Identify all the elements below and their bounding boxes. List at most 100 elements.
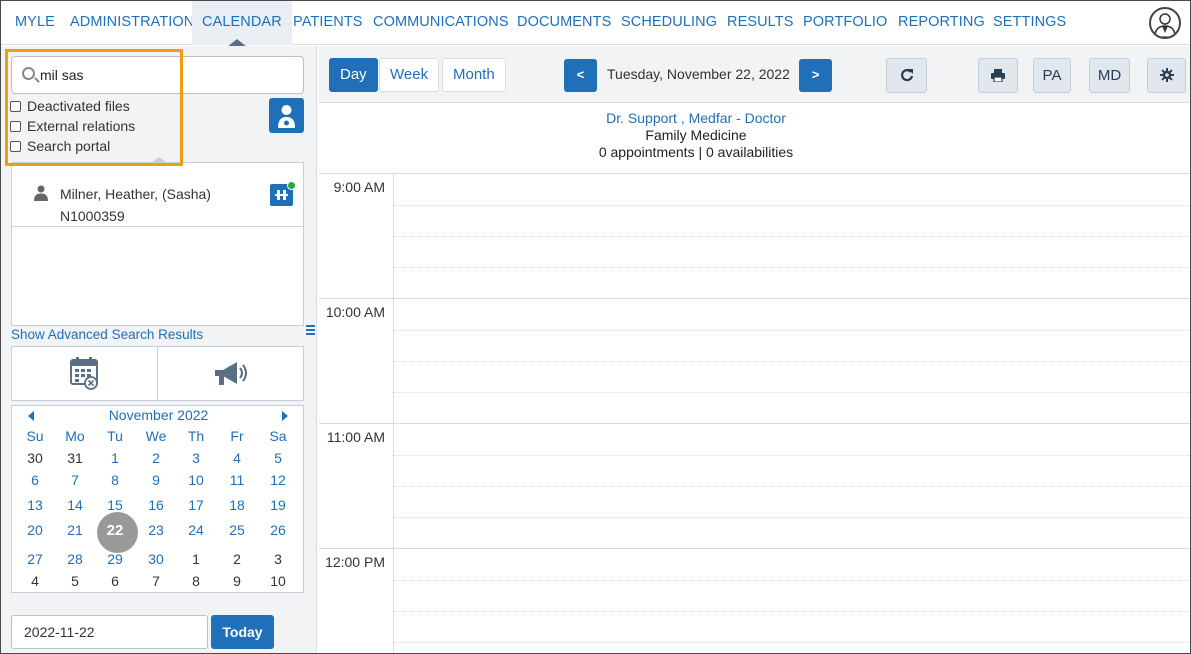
calendar-day[interactable]: 8: [176, 573, 216, 589]
weekday-label: Sa: [269, 428, 287, 444]
open-file-button[interactable]: [270, 181, 296, 206]
hour-row[interactable]: 9:00 AM: [319, 174, 1190, 299]
calendar-day[interactable]: 19: [258, 497, 298, 513]
next-month-icon[interactable]: [282, 411, 288, 421]
menu-handle-icon[interactable]: [306, 325, 315, 338]
calendar-day[interactable]: 6: [95, 573, 135, 589]
pa-button[interactable]: PA: [1033, 58, 1071, 93]
settings-button[interactable]: [1147, 58, 1186, 93]
calendar-day[interactable]: 28: [55, 551, 95, 567]
calendar-day[interactable]: 16: [136, 497, 176, 513]
calendar-day[interactable]: 21: [55, 522, 95, 538]
calendar-day[interactable]: 1: [176, 551, 216, 567]
calendar-day[interactable]: 12: [258, 472, 298, 488]
calendar-day[interactable]: 14: [55, 497, 95, 513]
nav-item-communications[interactable]: COMMUNICATIONS: [363, 1, 519, 45]
calendar-day[interactable]: 10: [258, 573, 298, 589]
result-patient-id: N1000359: [60, 208, 125, 224]
nav-item-reporting[interactable]: REPORTING: [888, 1, 995, 45]
patient-search-input[interactable]: [40, 65, 290, 85]
result-item[interactable]: Milner, Heather, (Sasha) N1000359: [12, 163, 303, 227]
hour-row[interactable]: 12:00 PM: [319, 549, 1190, 653]
calendar-day[interactable]: 13: [15, 497, 55, 513]
calendar-day[interactable]: 1: [95, 450, 135, 466]
calendar-day[interactable]: 9: [217, 573, 257, 589]
calendar-day[interactable]: 24: [176, 522, 216, 538]
newborn-button[interactable]: [269, 98, 304, 133]
previous-day-button[interactable]: <: [564, 59, 597, 92]
hour-label: 9:00 AM: [333, 179, 385, 195]
calendar-day[interactable]: 18: [217, 497, 257, 513]
calendar-day[interactable]: 4: [15, 573, 55, 589]
nav-item-myle[interactable]: MYLE: [5, 1, 65, 45]
calendar-day[interactable]: 15: [95, 497, 135, 513]
calendar-day[interactable]: 7: [55, 472, 95, 488]
calendar-day[interactable]: 5: [55, 573, 95, 589]
gear-icon: [1159, 68, 1174, 82]
refresh-icon: [900, 69, 913, 82]
calendar-day[interactable]: 8: [95, 472, 135, 488]
next-day-button[interactable]: >: [799, 59, 832, 92]
calendar-day[interactable]: 30: [136, 551, 176, 567]
view-week-button[interactable]: Week: [379, 58, 440, 92]
provider-name-link[interactable]: Dr. Support , Medfar - Doctor: [319, 110, 1073, 126]
calendar-day[interactable]: 9: [136, 472, 176, 488]
user-avatar[interactable]: [1149, 7, 1181, 39]
nav-item-scheduling[interactable]: SCHEDULING: [611, 1, 727, 45]
option-label: Search portal: [27, 138, 111, 154]
weekday-label: Th: [187, 428, 205, 444]
option-search-portal[interactable]: Search portal: [10, 138, 110, 156]
nav-item-documents[interactable]: DOCUMENTS: [507, 1, 621, 45]
weekday-label: Fr: [230, 428, 244, 444]
calendar-day[interactable]: 17: [176, 497, 216, 513]
nav-item-patients[interactable]: PATIENTS: [283, 1, 373, 45]
view-month-button[interactable]: Month: [442, 58, 506, 92]
nav-item-portfolio[interactable]: PORTFOLIO: [793, 1, 897, 45]
calendar-day[interactable]: 31: [55, 450, 95, 466]
option-external-relations[interactable]: External relations: [10, 118, 135, 136]
calendar-day[interactable]: 3: [258, 551, 298, 567]
nav-item-settings[interactable]: SETTINGS: [983, 1, 1076, 45]
option-deactivated-files[interactable]: Deactivated files: [10, 98, 130, 116]
calendar-day[interactable]: 30: [15, 450, 55, 466]
hour-row[interactable]: 11:00 AM: [319, 424, 1190, 549]
calendar-day[interactable]: 23: [136, 522, 176, 538]
provider-counts: 0 appointments | 0 availabilities: [598, 144, 794, 160]
calendar-day[interactable]: 27: [15, 551, 55, 567]
calendar-day[interactable]: 26: [258, 522, 298, 538]
calendar-day[interactable]: 29: [95, 551, 135, 567]
calendar-day[interactable]: 25: [217, 522, 257, 538]
print-button[interactable]: [978, 58, 1018, 93]
calendar-day[interactable]: 2: [136, 450, 176, 466]
print-icon: [991, 69, 1005, 83]
nav-item-results[interactable]: RESULTS: [717, 1, 804, 45]
announcements-button[interactable]: [158, 347, 303, 400]
cancel-appointments-button[interactable]: [12, 347, 157, 400]
calendar-day[interactable]: 11: [217, 472, 257, 488]
refresh-button[interactable]: [886, 58, 927, 93]
today-button[interactable]: Today: [211, 615, 274, 649]
calendar-day[interactable]: 4: [217, 450, 257, 466]
result-patient-name: Milner, Heather, (Sasha): [60, 186, 211, 202]
checkbox[interactable]: [10, 101, 21, 112]
date-field[interactable]: [11, 615, 208, 649]
checkbox[interactable]: [10, 141, 21, 152]
show-advanced-search-link[interactable]: Show Advanced Search Results: [11, 327, 203, 342]
nav-item-administration[interactable]: ADMINISTRATION: [60, 1, 204, 45]
calendar-day[interactable]: 22: [95, 522, 135, 539]
md-button[interactable]: MD: [1089, 58, 1130, 93]
calendar-day[interactable]: 6: [15, 472, 55, 488]
calendar-day[interactable]: 5: [258, 450, 298, 466]
calendar-day[interactable]: 7: [136, 573, 176, 589]
patient-search-box[interactable]: [11, 56, 304, 94]
checkbox[interactable]: [10, 121, 21, 132]
calendar-day[interactable]: 10: [176, 472, 216, 488]
calendar-day[interactable]: 3: [176, 450, 216, 466]
hour-row[interactable]: 10:00 AM: [319, 299, 1190, 424]
provider-specialty: Family Medicine: [645, 127, 747, 143]
view-day-button[interactable]: Day: [329, 58, 378, 92]
calendar-day[interactable]: 2: [217, 551, 257, 567]
calendar-day[interactable]: 20: [15, 522, 55, 538]
quick-tools: [11, 346, 304, 401]
hour-label: 11:00 AM: [326, 429, 385, 445]
